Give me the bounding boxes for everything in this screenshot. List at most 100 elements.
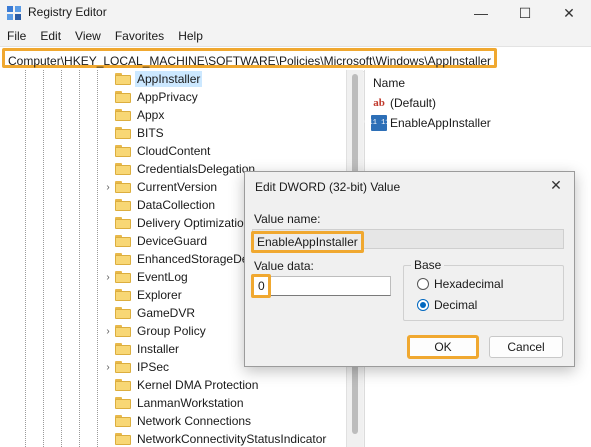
close-icon: ✕ [563,4,575,21]
folder-icon [115,217,131,229]
tree-item[interactable]: AppPrivacy [102,88,346,106]
folder-icon [115,181,131,193]
address-path[interactable]: Computer\HKEY_LOCAL_MACHINE\SOFTWARE\Pol… [2,48,498,68]
tree-item[interactable]: LanmanWorkstation [102,394,346,412]
menu-view[interactable]: View [68,26,108,46]
tree-item-label: Delivery Optimization [137,216,251,230]
folder-icon [115,361,131,373]
tree-item-label: EventLog [137,270,188,284]
tree-item[interactable]: Appx [102,106,346,124]
base-label: Base [411,258,445,272]
menu-favorites[interactable]: Favorites [108,26,171,46]
tree-item-label: BITS [137,126,164,140]
folder-icon [115,253,131,265]
folder-icon [115,109,131,121]
value-data-label: Value data: [254,259,314,273]
tree-item[interactable]: Kernel DMA Protection [102,376,346,394]
value-data-input[interactable] [269,276,391,296]
column-header-name[interactable]: Name [373,76,405,90]
radio-hexadecimal[interactable]: Hexadecimal [417,277,503,291]
tree-item[interactable]: AppInstaller [102,70,346,88]
value-name-text: EnableAppInstaller [251,231,364,253]
registry-editor-icon [7,6,21,20]
tree-item-label: CloudContent [137,144,211,158]
folder-icon [115,145,131,157]
tree-item[interactable]: BITS [102,124,346,142]
value-name: EnableAppInstaller [390,116,491,130]
folder-icon [115,325,131,337]
folder-icon [115,307,131,319]
tree-item-label: Installer [137,342,180,356]
maximize-button[interactable]: ☐ [503,0,547,26]
tree-item[interactable]: NetworkConnectivityStatusIndicator [102,430,346,447]
dialog-title: Edit DWORD (32-bit) Value [255,180,401,194]
tree-guide-line [61,70,62,447]
value-name-label: Value name: [254,212,321,226]
string-value-icon: ab [373,97,385,109]
tree-item[interactable]: CloudContent [102,142,346,160]
folder-icon [115,91,131,103]
radio-hexadecimal-circle[interactable] [417,278,429,290]
chevron-right-icon[interactable]: › [102,268,114,286]
folder-icon [115,73,131,85]
title-bar: Registry Editor — ☐ ✕ [0,0,591,26]
folder-icon [115,415,131,427]
tree-item-label: Group Policy [137,324,206,338]
menu-bar: File Edit View Favorites Help [0,26,591,46]
tree-item-label: Explorer [137,288,182,302]
address-bar[interactable]: Computer\HKEY_LOCAL_MACHINE\SOFTWARE\Pol… [0,46,591,72]
radio-hexadecimal-label: Hexadecimal [434,277,504,291]
folder-icon [115,397,131,409]
cancel-button[interactable]: Cancel [489,336,563,358]
maximize-icon: ☐ [518,4,532,21]
chevron-right-icon[interactable]: › [102,322,114,340]
tree-item-label: CurrentVersion [137,180,218,194]
tree-guide-line [43,70,44,447]
radio-decimal[interactable]: Decimal [417,298,477,312]
dialog-close-button[interactable]: ✕ [546,175,566,195]
radio-decimal-label: Decimal [434,298,478,312]
ok-button[interactable]: OK [407,335,479,359]
value-row-enableappinstaller[interactable]: 011 110 EnableAppInstaller [364,114,491,132]
tree-item[interactable]: Network Connections [102,412,346,430]
folder-icon [115,289,131,301]
folder-icon [115,127,131,139]
value-data-text[interactable]: 0 [251,274,271,298]
close-icon: ✕ [550,176,562,193]
tree-item-label: DeviceGuard [137,234,208,248]
tree-item-label: GameDVR [137,306,196,320]
close-button[interactable]: ✕ [547,0,591,26]
chevron-right-icon[interactable]: › [102,358,114,376]
dword-value-icon: 011 110 [364,115,394,131]
tree-item-label: LanmanWorkstation [137,396,244,410]
value-row-default[interactable]: ab (Default) [371,94,436,112]
tree-item-label: Kernel DMA Protection [137,378,259,392]
menu-help[interactable]: Help [171,26,210,46]
tree-item-label: Appx [137,108,165,122]
folder-icon [115,199,131,211]
tree-item-label: IPSec [137,360,170,374]
menu-file[interactable]: File [0,26,33,46]
edit-dword-dialog: Edit DWORD (32-bit) Value ✕ Value name: … [244,171,575,367]
folder-icon [115,379,131,391]
folder-icon [115,343,131,355]
minimize-button[interactable]: — [459,0,503,26]
chevron-right-icon[interactable]: › [102,178,114,196]
menu-edit[interactable]: Edit [33,26,68,46]
tree-item-label: CredentialsDelegation [137,162,256,176]
base-group [403,265,564,321]
radio-decimal-circle[interactable] [417,299,429,311]
tree-item-label: NetworkConnectivityStatusIndicator [137,432,327,446]
tree-item-label: AppPrivacy [137,90,198,104]
tree-guide-line [97,70,98,447]
tree-guide-line [79,70,80,447]
folder-icon [115,163,131,175]
